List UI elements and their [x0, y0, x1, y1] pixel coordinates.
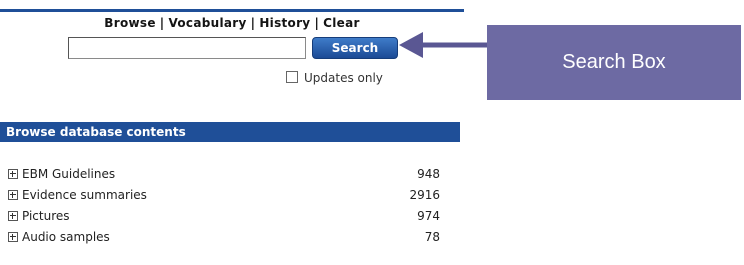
item-count: 948: [417, 167, 440, 181]
nav-separator: |: [314, 16, 320, 30]
list-item-label: EBM Guidelines: [22, 167, 116, 181]
search-input[interactable]: [68, 37, 306, 59]
nav-separator: |: [250, 16, 256, 30]
updates-only-label: Updates only: [304, 71, 383, 85]
nav-links: Browse | Vocabulary | History | Clear: [0, 16, 464, 30]
database-list: EBM Guidelines 948 Evidence summaries 29…: [8, 164, 440, 248]
expand-plus-icon[interactable]: [8, 169, 18, 179]
nav-separator: |: [159, 16, 165, 30]
top-header-bar: [0, 0, 464, 12]
callout-arrow-icon: [399, 32, 489, 58]
list-item[interactable]: Evidence summaries 2916: [8, 185, 440, 206]
search-panel: Browse | Vocabulary | History | Clear Search U…: [0, 0, 464, 265]
vocabulary-link[interactable]: Vocabulary: [168, 16, 246, 30]
search-box-callout: Search Box: [487, 25, 741, 100]
list-item[interactable]: Pictures 974: [8, 206, 440, 227]
expand-plus-icon[interactable]: [8, 190, 18, 200]
item-count: 78: [424, 230, 440, 244]
list-item-label: Evidence summaries: [22, 188, 147, 202]
updates-only-option[interactable]: Updates only: [286, 71, 383, 85]
browse-section-header: Browse database contents: [0, 122, 460, 142]
clear-link[interactable]: Clear: [323, 16, 360, 30]
list-item-label: Pictures: [22, 209, 70, 223]
history-link[interactable]: History: [259, 16, 310, 30]
list-item[interactable]: Audio samples 78: [8, 227, 440, 248]
search-button[interactable]: Search: [312, 37, 398, 59]
expand-plus-icon[interactable]: [8, 232, 18, 242]
browse-link[interactable]: Browse: [104, 16, 155, 30]
item-count: 974: [417, 209, 440, 223]
list-item[interactable]: EBM Guidelines 948: [8, 164, 440, 185]
updates-only-checkbox[interactable]: [286, 71, 298, 83]
expand-plus-icon[interactable]: [8, 211, 18, 221]
item-count: 2916: [409, 188, 440, 202]
list-item-label: Audio samples: [22, 230, 110, 244]
